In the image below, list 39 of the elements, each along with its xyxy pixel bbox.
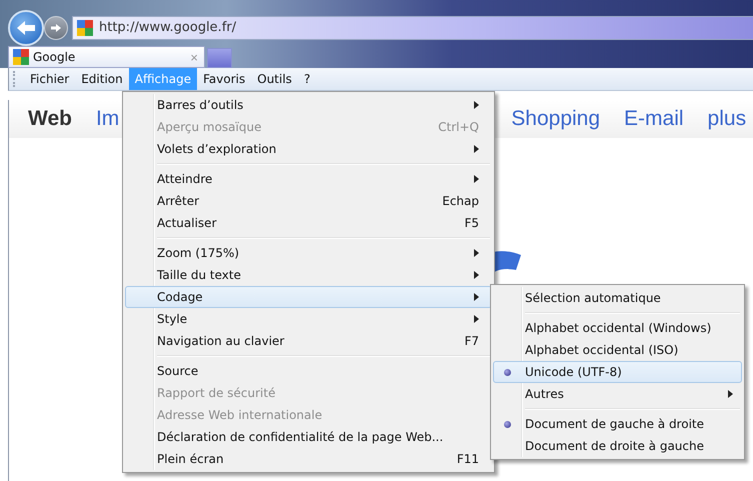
menu-item[interactable]: ? [298, 68, 316, 90]
menu-option[interactable]: Volets d’exploration [125, 138, 492, 160]
left-arrow-icon [15, 18, 37, 36]
menu-option[interactable]: Arrêter Echap [125, 190, 492, 212]
right-arrow-icon [50, 22, 62, 32]
menu-option[interactable]: Source [125, 360, 492, 382]
forward-button[interactable] [44, 16, 68, 40]
nav-link[interactable]: Shopping [511, 107, 600, 131]
menu-item[interactable]: Edition [75, 68, 129, 90]
menu-item[interactable]: Fichier [24, 68, 76, 90]
menu-option[interactable]: Navigation au clavier F7 [125, 330, 492, 352]
menu-option[interactable]: Taille du texte [125, 264, 492, 286]
menu-option[interactable]: Style [125, 308, 492, 330]
nav-link[interactable]: Web [28, 107, 72, 131]
menu-item[interactable]: Outils [251, 68, 298, 90]
menu-item[interactable]: Favoris [197, 68, 252, 90]
nav-link[interactable]: plus [708, 107, 746, 131]
back-button[interactable] [8, 10, 44, 46]
menu-option[interactable]: Barres d’outils [125, 94, 492, 116]
menu-option[interactable]: Unicode (UTF-8) [493, 361, 742, 383]
browser-tab[interactable]: Google × [8, 46, 205, 68]
menu-option[interactable]: Autres [493, 383, 742, 405]
nav-link[interactable]: Im [96, 107, 120, 131]
menu-option[interactable]: Alphabet occidental (Windows) [493, 317, 742, 339]
menu-option[interactable]: Codage [125, 286, 492, 308]
menu-option[interactable]: Atteindre [125, 168, 492, 190]
menu-option[interactable]: Document de gauche à droite [493, 413, 742, 435]
menu-option[interactable]: Zoom (175%) [125, 242, 492, 264]
nav-link[interactable]: E-mail [624, 107, 684, 131]
menu-option[interactable]: Alphabet occidental (ISO) [493, 339, 742, 361]
tab-title: Google [33, 50, 76, 64]
favicon-icon [77, 20, 93, 36]
address-field[interactable]: http://www.google.fr/ [72, 16, 753, 40]
favicon-icon [13, 49, 29, 65]
menu-option[interactable]: Déclaration de confidentialité de la page Web... [125, 426, 492, 448]
menu-option[interactable]: Document de droite à gauche [493, 435, 742, 457]
menu-option[interactable]: Sélection automatique [493, 287, 742, 309]
menu-option[interactable]: Actualiser F5 [125, 212, 492, 234]
menu-option[interactable]: Plein écran F11 [125, 448, 492, 470]
